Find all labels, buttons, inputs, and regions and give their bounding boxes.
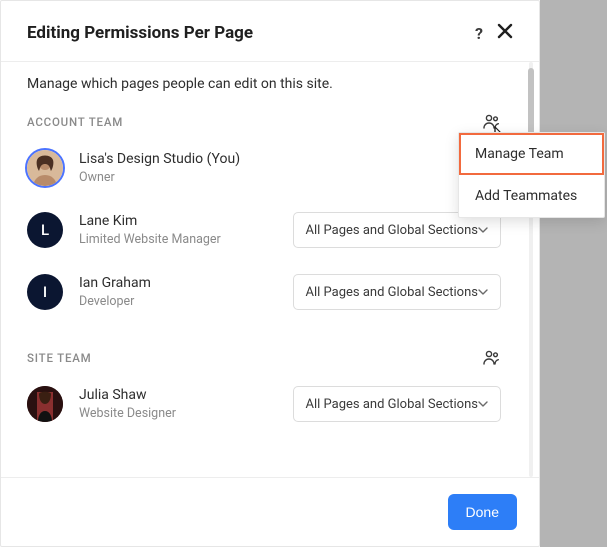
people-icon bbox=[483, 350, 501, 366]
chevron-down-icon bbox=[478, 225, 488, 235]
user-name: Julia Shaw bbox=[79, 387, 277, 403]
modal-backdrop bbox=[540, 0, 607, 547]
user-name: Ian Graham bbox=[79, 275, 277, 291]
intro-text: Manage which pages people can edit on th… bbox=[27, 62, 501, 114]
close-icon[interactable] bbox=[497, 23, 513, 43]
user-name: Lane Kim bbox=[79, 213, 277, 229]
header-actions: ? bbox=[475, 23, 513, 43]
avatar-initial: L bbox=[41, 221, 49, 239]
modal-title: Editing Permissions Per Page bbox=[27, 23, 253, 43]
account-team-title: ACCOUNT TEAM bbox=[27, 115, 123, 129]
user-row: Lisa's Design Studio (You) Owner bbox=[27, 140, 501, 202]
site-team-header: SITE TEAM bbox=[27, 326, 501, 376]
avatar: I bbox=[27, 274, 63, 310]
permission-select[interactable]: All Pages and Global Sections bbox=[293, 274, 502, 310]
avatar: L bbox=[27, 212, 63, 248]
help-icon[interactable]: ? bbox=[475, 24, 483, 43]
user-info: Ian Graham Developer bbox=[79, 275, 277, 309]
scroll-area: Manage which pages people can edit on th… bbox=[1, 62, 539, 477]
done-button[interactable]: Done bbox=[448, 494, 517, 530]
team-menu-button[interactable] bbox=[483, 350, 501, 366]
team-menu-button[interactable] bbox=[483, 114, 501, 130]
avatar-photo bbox=[27, 386, 63, 422]
user-row: I Ian Graham Developer All Pages and Glo… bbox=[27, 264, 501, 326]
avatar-initial: I bbox=[43, 283, 47, 301]
modal-footer: Done bbox=[1, 477, 539, 546]
menu-item-manage-team[interactable]: Manage Team bbox=[459, 133, 604, 175]
avatar-photo bbox=[27, 150, 63, 186]
avatar bbox=[27, 386, 63, 422]
menu-item-add-teammates[interactable]: Add Teammates bbox=[459, 175, 604, 217]
chevron-down-icon bbox=[478, 287, 488, 297]
user-name: Lisa's Design Studio (You) bbox=[79, 151, 501, 167]
scroll-content: Manage which pages people can edit on th… bbox=[1, 62, 527, 477]
user-role: Limited Website Manager bbox=[79, 232, 277, 247]
permission-select-value: All Pages and Global Sections bbox=[306, 285, 479, 300]
user-info: Lane Kim Limited Website Manager bbox=[79, 213, 277, 247]
user-row: L Lane Kim Limited Website Manager All P… bbox=[27, 202, 501, 264]
chevron-down-icon bbox=[478, 399, 488, 409]
modal-header: Editing Permissions Per Page ? bbox=[1, 1, 539, 61]
permission-select-value: All Pages and Global Sections bbox=[306, 397, 479, 412]
user-info: Lisa's Design Studio (You) Owner bbox=[79, 151, 501, 185]
permission-select[interactable]: All Pages and Global Sections bbox=[293, 386, 502, 422]
team-menu-popup: Manage Team Add Teammates bbox=[458, 132, 605, 218]
permissions-modal: Editing Permissions Per Page ? Manage wh… bbox=[0, 0, 540, 547]
user-role: Developer bbox=[79, 294, 277, 309]
people-icon bbox=[483, 114, 501, 130]
user-role: Owner bbox=[79, 170, 501, 185]
site-team-title: SITE TEAM bbox=[27, 351, 92, 365]
user-role: Website Designer bbox=[79, 406, 277, 421]
permission-select-value: All Pages and Global Sections bbox=[306, 223, 479, 238]
user-row: Julia Shaw Website Designer All Pages an… bbox=[27, 376, 501, 438]
scrollbar[interactable] bbox=[528, 62, 534, 477]
user-info: Julia Shaw Website Designer bbox=[79, 387, 277, 421]
account-team-header: ACCOUNT TEAM bbox=[27, 114, 501, 140]
avatar bbox=[27, 150, 63, 186]
